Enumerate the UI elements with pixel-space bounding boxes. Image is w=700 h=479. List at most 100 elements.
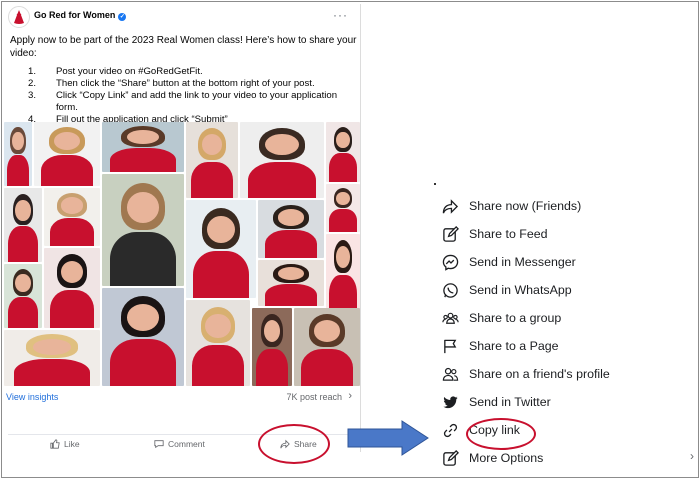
- flag-icon: [444, 339, 457, 353]
- photo-collage[interactable]: [4, 122, 360, 386]
- view-insights-link[interactable]: View insights: [6, 392, 58, 402]
- collage-photo: [102, 288, 184, 386]
- collage-photo: [186, 300, 250, 386]
- collage-photo: [258, 200, 324, 258]
- collage-photo: [252, 308, 292, 386]
- menu-send-whatsapp[interactable]: Send in WhatsApp: [442, 279, 682, 301]
- photo-face: [336, 191, 350, 206]
- collage-photo: [294, 308, 360, 386]
- photo-outfit: [191, 161, 233, 198]
- photo-outfit: [264, 230, 318, 258]
- photo-face: [207, 215, 235, 244]
- menu-label: Send in Twitter: [469, 395, 551, 409]
- photo-outfit: [329, 208, 357, 232]
- menu-label: Send in Messenger: [469, 255, 576, 269]
- like-button[interactable]: Like: [50, 439, 80, 449]
- step-text: Post your video on #GoRedGetFit.: [56, 66, 203, 77]
- step-text: Then click the “Share” button at the bot…: [56, 78, 315, 89]
- menu-share-group[interactable]: Share to a group: [442, 307, 682, 329]
- instruction-list: 1. Post your video on #GoRedGetFit. 2. The…: [10, 66, 360, 126]
- photo-face: [126, 130, 160, 144]
- photo-face: [336, 246, 350, 269]
- step-number: 3.: [28, 90, 37, 101]
- collage-photo: [186, 122, 238, 198]
- collage-photo: [4, 122, 32, 186]
- edit-icon: [443, 449, 459, 466]
- share-highlight-circle: [258, 424, 330, 464]
- go-red-logo[interactable]: [8, 6, 30, 28]
- photo-outfit: [264, 283, 318, 306]
- photo-outfit: [6, 155, 30, 186]
- menu-label: Share to a group: [469, 311, 562, 325]
- photo-outfit: [300, 348, 354, 386]
- photo-outfit: [329, 274, 357, 312]
- collage-photo: [102, 122, 184, 172]
- photo-face: [60, 197, 84, 214]
- chevron-right-icon[interactable]: ›: [690, 449, 694, 463]
- step-text: Click “Copy Link” and add the link to yo…: [56, 90, 338, 113]
- more-horizontal-icon[interactable]: ···: [333, 8, 348, 22]
- menu-label: More Options: [469, 451, 544, 465]
- insights-row: View insights 7K post reach ›: [4, 389, 356, 409]
- collage-photo: [4, 330, 100, 386]
- post-header: Go Red for Women ✓ ···: [6, 6, 358, 28]
- menu-share-friend-profile[interactable]: Share on a friend's profile: [442, 363, 682, 385]
- menu-send-twitter[interactable]: Send in Twitter: [442, 391, 682, 413]
- menu-share-page[interactable]: Share to a Page: [442, 335, 682, 357]
- chevron-right-icon[interactable]: ›: [348, 390, 352, 402]
- photo-outfit: [7, 297, 39, 328]
- cursor-dot: [434, 183, 436, 185]
- facebook-post: Go Red for Women ✓ ··· Apply now to be pa…: [4, 4, 361, 452]
- share-arrow-icon: [442, 198, 459, 214]
- collage-photo: [326, 122, 360, 182]
- collage-photo: [4, 264, 42, 328]
- photo-face: [15, 274, 31, 293]
- photo-outfit: [13, 359, 91, 386]
- menu-label: Share to Feed: [469, 227, 548, 241]
- photo-outfit: [110, 148, 176, 172]
- photo-outfit: [7, 226, 39, 262]
- photo-outfit: [256, 348, 288, 386]
- photo-outfit: [49, 289, 95, 328]
- page-name-text[interactable]: Go Red for Women: [34, 10, 115, 20]
- collage-photo: [258, 260, 324, 306]
- menu-share-to-feed[interactable]: Share to Feed: [442, 223, 682, 245]
- collage-photo: [44, 188, 100, 246]
- menu-share-now[interactable]: Share now (Friends): [442, 195, 682, 217]
- photo-face: [32, 338, 72, 355]
- verified-badge-icon: ✓: [118, 13, 127, 21]
- menu-label: Share to a Page: [469, 339, 559, 353]
- collage-photo: [102, 174, 184, 286]
- photo-face: [336, 131, 350, 149]
- comment-icon: [154, 440, 164, 449]
- photo-outfit: [49, 218, 95, 246]
- thumbs-up-icon: [50, 439, 60, 449]
- collage-photo: [326, 184, 360, 232]
- photo-outfit: [192, 344, 244, 386]
- post-reach[interactable]: 7K post reach: [286, 392, 342, 402]
- pointer-arrow: [347, 420, 429, 456]
- copy-link-highlight-circle: [466, 418, 536, 450]
- step-number: 2.: [28, 78, 37, 89]
- photo-outfit: [193, 250, 249, 298]
- collage-photo: [34, 122, 100, 186]
- collage-photo: [186, 200, 256, 298]
- page-name[interactable]: Go Red for Women ✓: [34, 10, 127, 21]
- menu-label: Send in WhatsApp: [469, 283, 572, 297]
- menu-more-options[interactable]: More Options: [442, 447, 682, 469]
- comment-button[interactable]: Comment: [154, 439, 205, 449]
- friend-profile-icon: [442, 367, 459, 381]
- menu-send-messenger[interactable]: Send in Messenger: [442, 251, 682, 273]
- photo-face: [15, 199, 31, 221]
- messenger-icon: [442, 254, 459, 271]
- photo-outfit: [110, 338, 176, 386]
- photo-outfit: [329, 153, 357, 182]
- collage-photo: [326, 234, 360, 312]
- comment-label: Comment: [168, 439, 205, 449]
- link-icon: [443, 423, 458, 437]
- step-number: 1.: [28, 66, 37, 77]
- collage-photo: [44, 248, 100, 328]
- menu-label: Share on a friend's profile: [469, 367, 610, 381]
- menu-label: Share now (Friends): [469, 199, 582, 213]
- photo-face: [277, 209, 305, 226]
